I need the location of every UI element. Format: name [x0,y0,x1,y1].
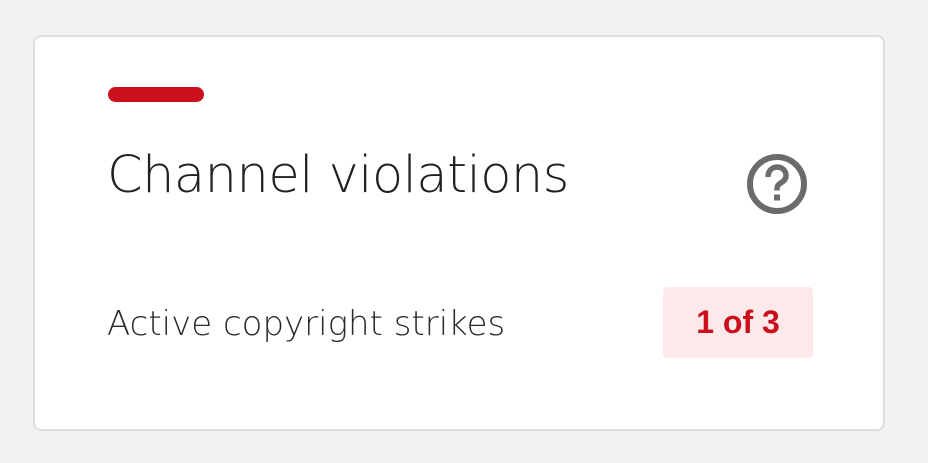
help-icon[interactable] [746,153,808,215]
channel-violations-card: Channel violations Active copyright stri… [33,35,885,431]
card-title: Channel violations [107,146,569,205]
accent-bar [108,87,204,102]
active-copyright-strikes-label: Active copyright strikes [107,304,506,344]
question-mark-icon [747,154,807,214]
strikes-count-badge: 1 of 3 [663,287,813,358]
